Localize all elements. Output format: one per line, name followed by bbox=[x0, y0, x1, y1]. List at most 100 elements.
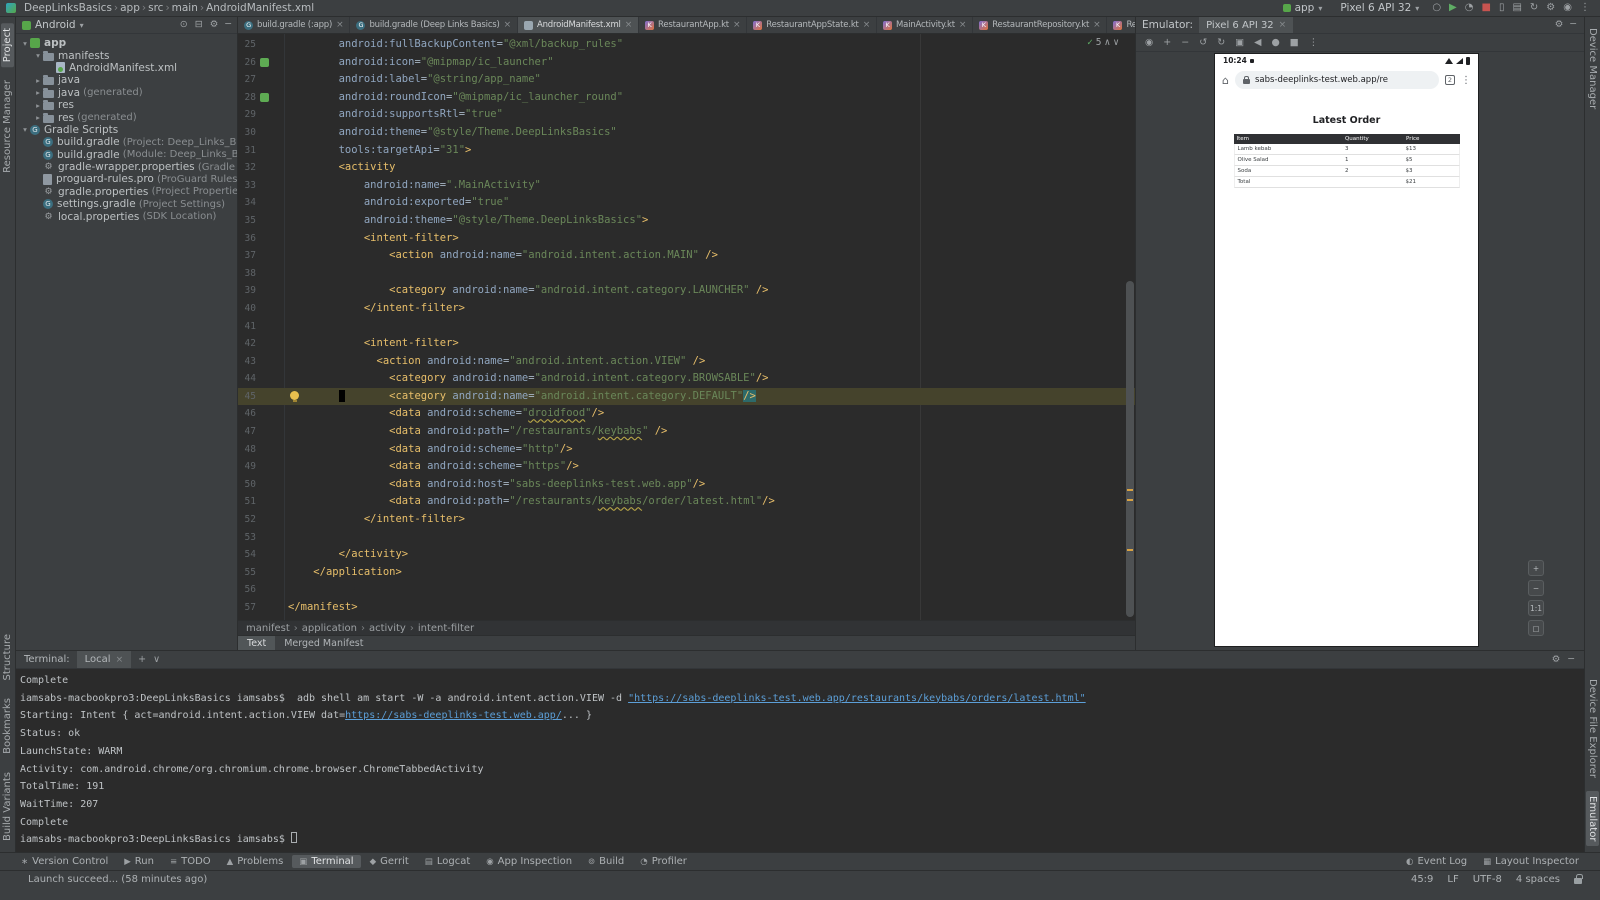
chevron-right-icon[interactable]: ▸ bbox=[33, 101, 43, 110]
run-configuration-select[interactable]: app ▾ bbox=[1278, 1, 1328, 15]
tool-window-button-resource-manager[interactable]: Resource Manager bbox=[1, 75, 14, 178]
editor-tab-restaurantapp-kt[interactable]: KRestaurantApp.kt× bbox=[639, 17, 747, 33]
breadcrumb-item-deeplinksbasics[interactable]: DeepLinksBasics bbox=[24, 2, 112, 14]
tool-window-button-bookmarks[interactable]: Bookmarks bbox=[1, 693, 14, 759]
inspections-widget[interactable]: ✓ 5 ∧ ∨ bbox=[1087, 37, 1119, 48]
close-icon[interactable]: × bbox=[116, 655, 124, 665]
editor-scrollbar[interactable] bbox=[1125, 34, 1135, 620]
terminal-output[interactable]: Completeiamsabs-macbookpro3:DeepLinksBas… bbox=[16, 669, 1584, 849]
hide-panel-icon[interactable]: ─ bbox=[225, 20, 231, 30]
editor-tab-build-gradle-app[interactable]: Gbuild.gradle (:app)× bbox=[238, 17, 350, 33]
sync-project-button[interactable]: ↻ bbox=[1530, 3, 1538, 13]
indent-indicator[interactable]: 4 spaces bbox=[1516, 874, 1560, 885]
zoom-reset-button[interactable]: 1:1 bbox=[1528, 600, 1544, 616]
editor-breadcrumb-intent-filter[interactable]: intent-filter bbox=[418, 623, 474, 634]
tool-window-button-version-control[interactable]: ∗Version Control bbox=[14, 855, 115, 868]
breadcrumb-item-main[interactable]: main bbox=[172, 2, 198, 14]
manifest-tab-merged-manifest[interactable]: Merged Manifest bbox=[275, 636, 372, 650]
volume-up-button[interactable]: + bbox=[1163, 38, 1171, 48]
emulator-screen[interactable]: 10:24 ⌂ sabs-deeplinks-test.web.app/re 2… bbox=[1214, 53, 1479, 647]
logcat-button[interactable]: ▤ bbox=[1512, 3, 1521, 13]
tool-window-button-device-file-explorer[interactable]: Device File Explorer bbox=[1586, 674, 1599, 783]
new-terminal-session-button[interactable]: + bbox=[138, 655, 146, 665]
chrome-menu-icon[interactable]: ⋮ bbox=[1461, 75, 1471, 86]
project-tree-item-java[interactable]: ▸java bbox=[16, 74, 237, 86]
project-tree-item-res[interactable]: ▸res bbox=[16, 99, 237, 111]
project-tree-item-gradle-wrapper-properties-gradle-version[interactable]: ⚙gradle-wrapper.properties (Gradle Versi… bbox=[16, 161, 237, 173]
project-tree-item-settings-gradle-project-settings[interactable]: Gsettings.gradle (Project Settings) bbox=[16, 198, 237, 210]
settings-gear-icon[interactable]: ⚙ bbox=[1552, 655, 1561, 665]
locate-file-icon[interactable]: ⊙ bbox=[180, 20, 188, 30]
device-select[interactable]: Pixel 6 API 32 ▾ bbox=[1335, 1, 1424, 15]
tool-window-button-structure[interactable]: Structure bbox=[1, 629, 14, 686]
home-button[interactable]: ● bbox=[1271, 38, 1279, 48]
prev-problem-icon[interactable]: ∧ bbox=[1105, 37, 1111, 48]
chevron-down-icon[interactable]: ▾ bbox=[33, 51, 43, 60]
device-manager-button[interactable]: ▯ bbox=[1499, 3, 1505, 13]
warning-stripe-mark[interactable] bbox=[1127, 499, 1133, 501]
collapse-all-icon[interactable]: ⊟ bbox=[195, 20, 203, 30]
rotate-right-button[interactable]: ↻ bbox=[1217, 38, 1225, 48]
editor-tab-build-gradle-deep-links-basics[interactable]: Gbuild.gradle (Deep Links Basics)× bbox=[350, 17, 518, 33]
breadcrumb-item-src[interactable]: src bbox=[148, 2, 163, 14]
tool-window-button-profiler[interactable]: ◔Profiler bbox=[633, 855, 694, 868]
editor-tab-androidmanifest-xml[interactable]: AndroidManifest.xml× bbox=[518, 17, 639, 33]
chevron-down-icon[interactable]: ▾ bbox=[20, 39, 30, 48]
tool-window-button-layout-inspector[interactable]: ▦Layout Inspector bbox=[1476, 855, 1586, 868]
tool-window-button-run[interactable]: ▶Run bbox=[117, 855, 161, 868]
settings-gear-icon[interactable]: ⚙ bbox=[1546, 3, 1555, 13]
more-button[interactable]: ⋮ bbox=[1309, 38, 1319, 48]
settings-gear-icon[interactable]: ⚙ bbox=[1555, 20, 1564, 30]
power-button[interactable]: ◉ bbox=[1145, 38, 1153, 48]
editor-breadcrumb-activity[interactable]: activity bbox=[369, 623, 406, 634]
close-icon[interactable]: × bbox=[1093, 20, 1100, 30]
project-tree-item-manifests[interactable]: ▾manifests bbox=[16, 49, 237, 61]
project-view-select[interactable]: Android bbox=[35, 19, 76, 31]
terminal-link[interactable]: "https://sabs-deeplinks-test.web.app/res… bbox=[628, 693, 1086, 704]
close-icon[interactable]: × bbox=[504, 20, 511, 30]
back-button[interactable]: ◀ bbox=[1254, 38, 1261, 48]
editor-tab-restaurantcarddetails-kt[interactable]: KRestaurantCardDetails.kt× bbox=[1107, 17, 1135, 33]
close-icon[interactable]: × bbox=[625, 20, 632, 30]
project-tree-item-local-properties-sdk-location[interactable]: ⚙local.properties (SDK Location) bbox=[16, 210, 237, 222]
zoom-in-button[interactable]: + bbox=[1528, 560, 1544, 576]
warning-stripe-mark[interactable] bbox=[1127, 549, 1133, 551]
project-tree-item-java-generated[interactable]: ▸java (generated) bbox=[16, 87, 237, 99]
chevron-right-icon[interactable]: ▸ bbox=[33, 76, 43, 85]
hide-panel-icon[interactable]: ─ bbox=[1568, 655, 1574, 665]
caret-position[interactable]: 45:9 bbox=[1411, 874, 1433, 885]
chevron-right-icon[interactable]: ▸ bbox=[33, 88, 43, 97]
tool-window-button-project[interactable]: Project bbox=[1, 23, 14, 67]
tool-window-button-terminal[interactable]: ▣Terminal bbox=[292, 855, 360, 868]
tool-window-button-emulator[interactable]: Emulator bbox=[1586, 791, 1599, 846]
next-problem-icon[interactable]: ∨ bbox=[1113, 37, 1119, 48]
tool-window-button-build-variants[interactable]: Build Variants bbox=[1, 767, 14, 846]
search-icon[interactable]: ○ bbox=[1432, 3, 1441, 13]
editor-tab-restaurantrepository-kt[interactable]: KRestaurantRepository.kt× bbox=[973, 17, 1107, 33]
warning-stripe-mark[interactable] bbox=[1127, 489, 1133, 491]
project-tree-item-gradle-properties-project-properties[interactable]: ⚙gradle.properties (Project Properties) bbox=[16, 186, 237, 198]
chevron-right-icon[interactable]: ▸ bbox=[33, 113, 43, 122]
profile-button[interactable]: ◔ bbox=[1465, 3, 1474, 13]
status-message[interactable]: Launch succeed... (58 minutes ago) bbox=[28, 874, 207, 885]
tool-window-button-event-log[interactable]: ◐Event Log bbox=[1399, 855, 1474, 868]
tool-window-button-todo[interactable]: ≡TODO bbox=[163, 855, 218, 868]
tab-count-button[interactable]: 2 bbox=[1445, 75, 1455, 85]
chevron-down-icon[interactable]: ▾ bbox=[20, 125, 30, 134]
project-tree-item-gradle-scripts[interactable]: ▾GGradle Scripts bbox=[16, 124, 237, 136]
tool-window-button-problems[interactable]: ▲Problems bbox=[220, 855, 291, 868]
close-icon[interactable]: × bbox=[959, 20, 966, 30]
hide-panel-icon[interactable]: ─ bbox=[1570, 20, 1576, 30]
emulator-device-tab[interactable]: Pixel 6 API 32 × bbox=[1199, 17, 1293, 33]
home-icon[interactable]: ⌂ bbox=[1222, 74, 1229, 87]
project-tree-item-build-gradle-project-deep-links-basics[interactable]: Gbuild.gradle (Project: Deep_Links_Basic… bbox=[16, 136, 237, 148]
code-editor[interactable]: 25 android:fullBackupContent="@xml/backu… bbox=[238, 34, 1135, 620]
tool-window-button-app-inspection[interactable]: ◉App Inspection bbox=[479, 855, 579, 868]
breadcrumb-item-app[interactable]: app bbox=[120, 2, 140, 14]
editor-tab-restaurantappstate-kt[interactable]: KRestaurantAppState.kt× bbox=[747, 17, 877, 33]
terminal-session-tab[interactable]: Local × bbox=[77, 651, 131, 668]
notifications-icon[interactable]: ◉ bbox=[1563, 3, 1572, 13]
zoom-out-button[interactable]: − bbox=[1528, 580, 1544, 596]
run-button[interactable]: ▶ bbox=[1449, 3, 1457, 13]
screenshot-button[interactable]: ▣ bbox=[1235, 38, 1244, 48]
